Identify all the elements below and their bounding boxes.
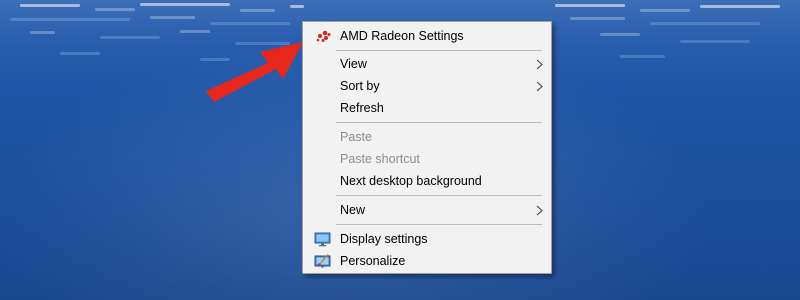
menu-item-label: Paste shortcut — [340, 152, 420, 166]
menu-item-label: Personalize — [340, 254, 406, 268]
menu-item-refresh[interactable]: Refresh — [305, 97, 549, 119]
menu-item-display-settings[interactable]: Display settings — [305, 228, 549, 250]
menu-item-label: New — [340, 203, 366, 217]
menu-item-label: View — [340, 57, 367, 71]
personalize-icon — [314, 253, 332, 269]
chevron-right-icon — [535, 59, 544, 70]
amd-radeon-icon — [314, 28, 332, 44]
menu-item-amd-radeon-settings[interactable]: AMD Radeon Settings — [305, 25, 549, 47]
menu-item-new[interactable]: New — [305, 199, 549, 221]
chevron-right-icon — [535, 81, 544, 92]
menu-item-label: Next desktop background — [340, 174, 482, 188]
menu-item-label: Refresh — [340, 101, 384, 115]
menu-item-label: Paste — [340, 130, 372, 144]
menu-item-paste-shortcut[interactable]: Paste shortcut — [305, 148, 549, 170]
menu-item-view[interactable]: View — [305, 53, 549, 75]
menu-item-next-desktop-background[interactable]: Next desktop background — [305, 170, 549, 192]
menu-item-label: Display settings — [340, 232, 428, 246]
menu-separator — [336, 50, 542, 51]
menu-separator — [336, 122, 542, 123]
menu-separator — [336, 195, 542, 196]
menu-item-paste[interactable]: Paste — [305, 126, 549, 148]
desktop-context-menu: AMD Radeon Settings View Sort by Refresh… — [302, 21, 552, 274]
menu-separator — [336, 224, 542, 225]
menu-item-sort-by[interactable]: Sort by — [305, 75, 549, 97]
monitor-icon — [314, 231, 332, 247]
menu-item-label: AMD Radeon Settings — [340, 29, 464, 43]
chevron-right-icon — [535, 205, 544, 216]
menu-item-personalize[interactable]: Personalize — [305, 250, 549, 272]
menu-item-label: Sort by — [340, 79, 380, 93]
